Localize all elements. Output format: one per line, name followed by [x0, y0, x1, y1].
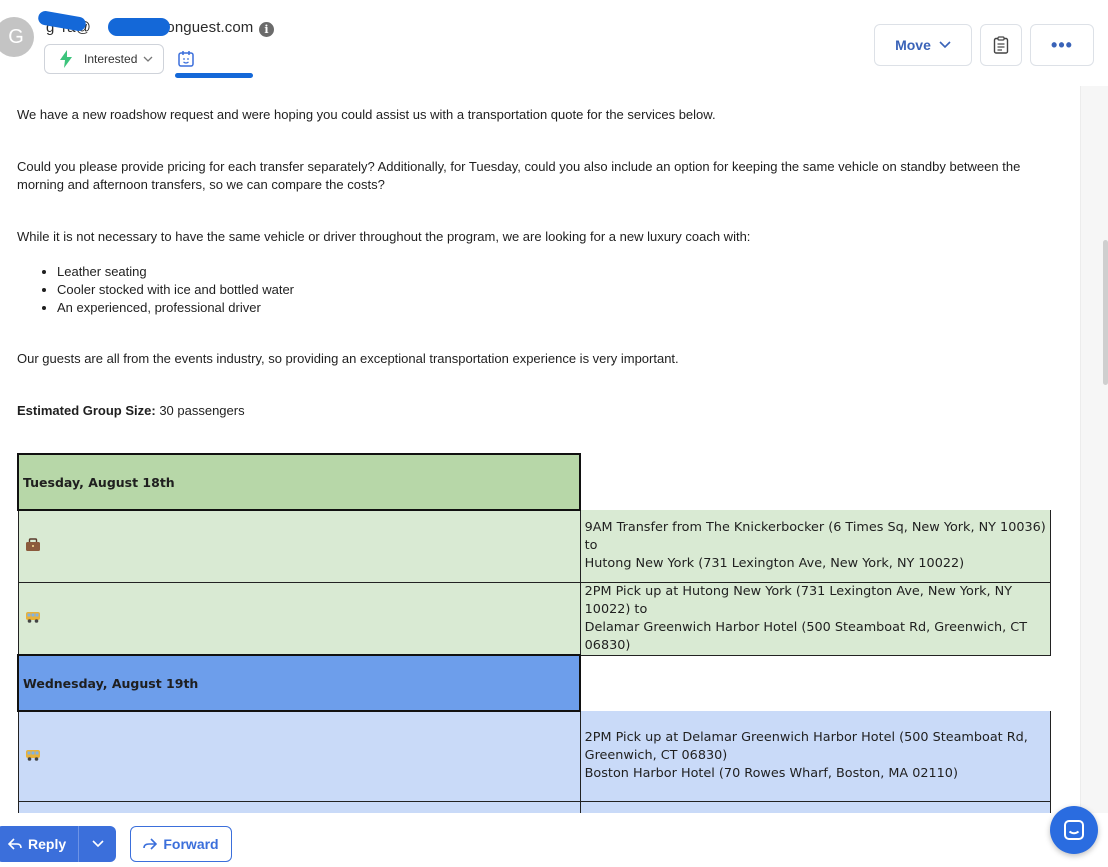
- reply-button-group: Reply: [0, 826, 116, 862]
- bus-icon: [25, 749, 40, 761]
- lead-status-label: Interested: [84, 52, 138, 66]
- forward-icon: [143, 838, 158, 850]
- email-paragraph: While it is not necessary to have the sa…: [17, 229, 751, 244]
- list-item: Cooler stocked with ice and bottled wate…: [57, 281, 294, 299]
- day-header: Wednesday, August 19th: [16, 654, 582, 712]
- briefcase-icon: [25, 538, 40, 551]
- reply-button[interactable]: Reply: [0, 826, 78, 862]
- bus-icon: [25, 611, 40, 623]
- table-row: [17, 801, 1052, 813]
- table-row: 2PM Pick up at Delamar Greenwich Harbor …: [17, 711, 1052, 802]
- calendar-icon[interactable]: [176, 49, 196, 69]
- schedule-table: Tuesday, August 18th 9AM Transfer from T…: [16, 453, 1052, 813]
- forward-label: Forward: [163, 836, 219, 852]
- clipboard-icon: [993, 36, 1009, 54]
- list-item: An experienced, professional driver: [57, 299, 294, 317]
- move-button-label: Move: [895, 37, 931, 53]
- reply-options-button[interactable]: [78, 826, 116, 862]
- info-icon[interactable]: i: [259, 22, 274, 37]
- sender-avatar: G: [0, 17, 34, 57]
- table-row: 9AM Transfer from The Knickerbocker (6 T…: [17, 510, 1052, 583]
- email-paragraph: Could you please provide pricing for eac…: [17, 159, 1021, 192]
- table-row: Wednesday, August 19th: [16, 654, 1051, 712]
- chevron-down-icon: [91, 840, 104, 848]
- lightning-icon: [60, 50, 72, 68]
- table-row: Tuesday, August 18th: [16, 453, 1051, 511]
- forward-button[interactable]: Forward: [130, 826, 232, 862]
- move-button[interactable]: Move: [874, 24, 972, 66]
- email-paragraph: We have a new roadshow request and were …: [17, 107, 716, 122]
- more-options-button[interactable]: •••: [1030, 24, 1094, 66]
- scrollbar-track[interactable]: [1080, 86, 1108, 813]
- group-size-line: Estimated Group Size: 30 passengers: [17, 402, 1057, 420]
- chevron-down-icon: [939, 41, 951, 49]
- transfer-description: 9AM Transfer from The Knickerbocker (6 T…: [580, 510, 1052, 583]
- chat-support-button[interactable]: [1050, 806, 1098, 854]
- reply-bar: Reply Forward: [0, 813, 1108, 867]
- feature-list: Leather seating Cooler stocked with ice …: [57, 263, 294, 317]
- notes-button[interactable]: [980, 24, 1022, 66]
- lead-status-dropdown[interactable]: Interested: [44, 44, 164, 74]
- group-size-value: 30 passengers: [155, 403, 245, 418]
- annotation-underline: [175, 73, 253, 78]
- scrollbar-thumb[interactable]: [1103, 240, 1108, 385]
- redaction-mark: [108, 18, 170, 36]
- chat-icon: [1064, 820, 1084, 840]
- list-item: Leather seating: [57, 263, 294, 281]
- chevron-down-icon: [143, 56, 153, 62]
- email-body: We have a new roadshow request and were …: [0, 86, 1080, 813]
- email-paragraph: Our guests are all from the events indus…: [17, 351, 679, 366]
- group-size-label: Estimated Group Size:: [17, 403, 156, 418]
- reply-icon: [8, 838, 22, 850]
- table-row: 2PM Pick up at Hutong New York (731 Lexi…: [17, 582, 1052, 656]
- email-header: G g ra@ onguest.com i Interested Move: [0, 0, 1108, 86]
- day-header: Tuesday, August 18th: [16, 453, 582, 511]
- reply-label: Reply: [28, 836, 67, 852]
- transfer-description: 2PM Pick up at Delamar Greenwich Harbor …: [580, 711, 1052, 802]
- transfer-description: 2PM Pick up at Hutong New York (731 Lexi…: [580, 582, 1052, 656]
